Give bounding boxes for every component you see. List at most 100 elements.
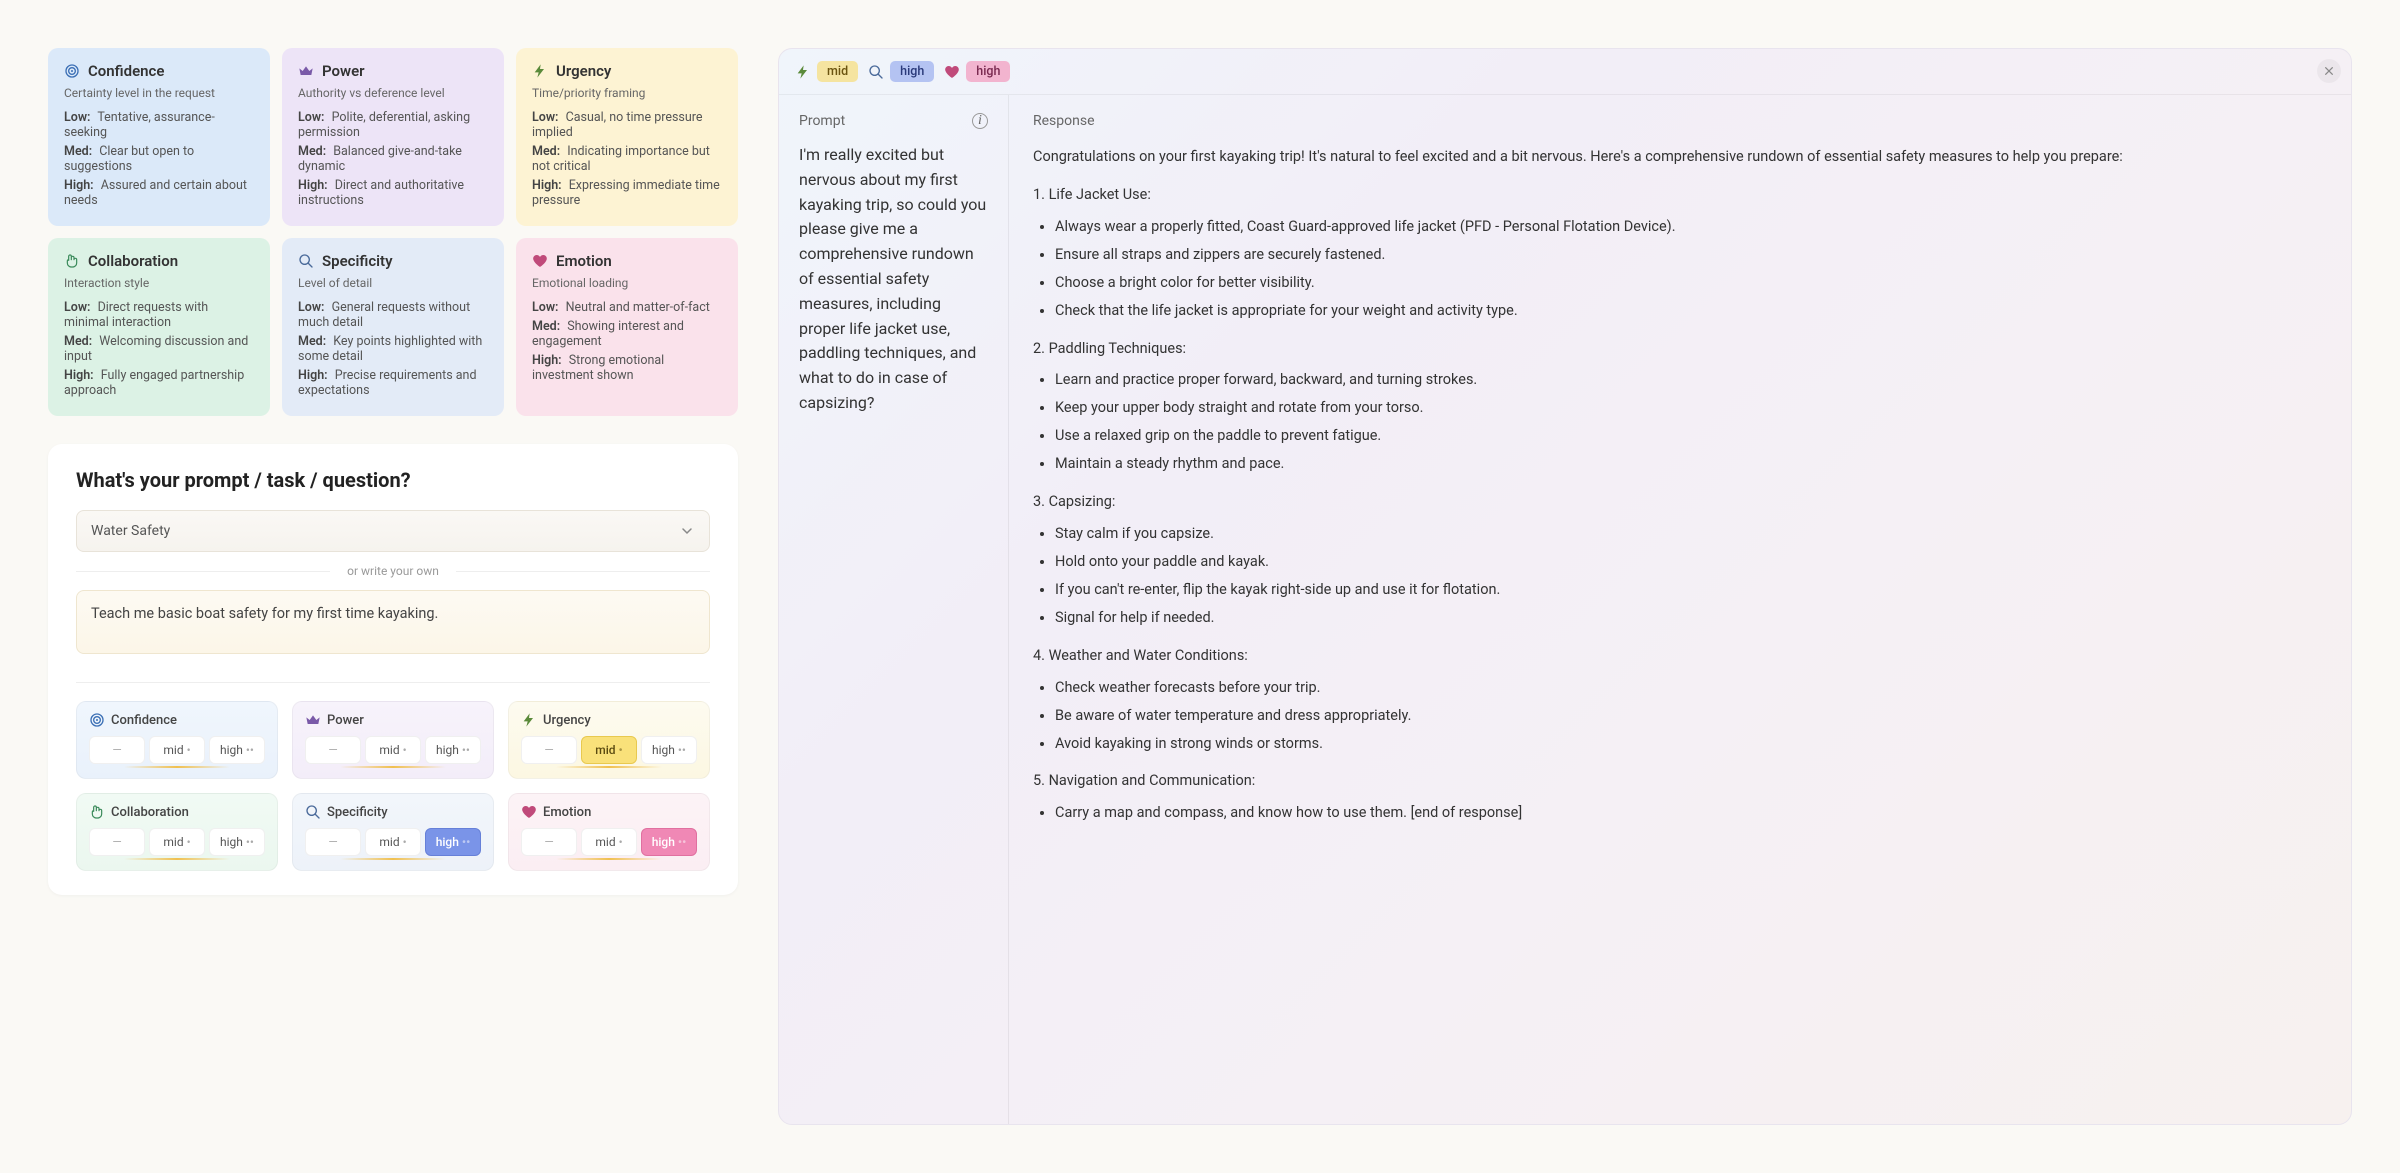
def-med: Med: Welcoming discussion and input [64,334,254,364]
def-low: Low: Polite, deferential, asking permiss… [298,110,488,140]
response-section-title: 2. Paddling Techniques: [1033,337,2327,361]
control-card-urgency: Urgency — mid • high •• [508,701,710,779]
response-item: Avoid kayaking in strong winds or storms… [1055,732,2327,756]
def-subtitle: Time/priority framing [532,86,722,100]
crown-icon [305,712,321,728]
target-icon [89,712,105,728]
response-item: Stay calm if you capsize. [1055,522,2327,546]
level-mid-button[interactable]: mid • [149,736,205,764]
heart-icon [532,253,548,269]
response-item: Choose a bright color for better visibil… [1055,271,2327,295]
response-list: Always wear a properly fitted, Coast Gua… [1055,215,2327,323]
response-item: If you can't re-enter, flip the kayak ri… [1055,578,2327,602]
def-title: Collaboration [88,252,178,270]
response-list: Learn and practice proper forward, backw… [1055,368,2327,476]
info-icon[interactable]: i [972,113,988,129]
def-med: Med: Showing interest and engagement [532,319,722,349]
def-med: Med: Balanced give-and-take dynamic [298,144,488,174]
response-list: Carry a map and compass, and know how to… [1055,801,2327,825]
def-subtitle: Level of detail [298,276,488,290]
ctrl-title: Power [327,713,364,728]
def-high: High: Precise requirements and expectati… [298,368,488,398]
def-med: Med: Key points highlighted with some de… [298,334,488,364]
control-card-specificity: Specificity — mid • high •• [292,793,494,871]
response-item: Hold onto your paddle and kayak. [1055,550,2327,574]
heart-icon [944,64,960,80]
control-card-collaboration: Collaboration — mid • high •• [76,793,278,871]
divider [76,682,710,683]
level-mid-button[interactable]: mid • [581,736,637,764]
response-content: Congratulations on your first kayaking t… [1033,145,2327,825]
ctrl-title: Emotion [543,805,591,820]
search-icon [298,253,314,269]
def-title: Power [322,62,365,80]
result-badge: high [868,61,934,82]
heart-icon [521,804,537,820]
def-low: Low: Neutral and matter-of-fact [532,300,722,315]
level-high-button[interactable]: high •• [641,736,697,764]
response-item: Check that the life jacket is appropriat… [1055,299,2327,323]
level-mid-button[interactable]: mid • [365,828,421,856]
response-intro: Congratulations on your first kayaking t… [1033,145,2327,169]
response-section-title: 4. Weather and Water Conditions: [1033,644,2327,668]
response-column: Response Congratulations on your first k… [1009,95,2351,1124]
level-high-button[interactable]: high •• [425,736,481,764]
close-button[interactable] [2317,59,2341,83]
level-mid-button[interactable]: mid • [365,736,421,764]
level-none-button[interactable]: — [305,736,361,764]
result-panel: midhighhigh Prompt i I'm really excited … [778,48,2352,1125]
result-badges: midhighhigh [779,49,2351,95]
response-item: Always wear a properly fitted, Coast Gua… [1055,215,2327,239]
controls-grid: Confidence — mid • high •• Power — mid •… [76,701,710,871]
response-list: Stay calm if you capsize. Hold onto your … [1055,522,2327,630]
def-subtitle: Interaction style [64,276,254,290]
def-high: High: Expressing immediate time pressure [532,178,722,208]
bolt-icon [795,64,811,80]
crown-icon [298,63,314,79]
def-high: High: Assured and certain about needs [64,178,254,208]
level-high-button[interactable]: high •• [641,828,697,856]
def-high: High: Fully engaged partnership approach [64,368,254,398]
response-item: Ensure all straps and zippers are secure… [1055,243,2327,267]
topic-select[interactable]: Water Safety [76,510,710,552]
level-none-button[interactable]: — [521,828,577,856]
def-title: Confidence [88,62,164,80]
prompt-full-text: I'm really excited but nervous about my … [799,143,988,416]
level-none-button[interactable]: — [89,736,145,764]
def-med: Med: Indicating importance but not criti… [532,144,722,174]
response-list: Check weather forecasts before your trip… [1055,676,2327,756]
level-high-button[interactable]: high •• [209,736,265,764]
result-badge: mid [795,61,858,82]
level-high-button[interactable]: high •• [425,828,481,856]
level-none-button[interactable]: — [521,736,577,764]
response-item: Carry a map and compass, and know how to… [1055,801,2327,825]
response-item: Check weather forecasts before your trip… [1055,676,2327,700]
response-item: Be aware of water temperature and dress … [1055,704,2327,728]
bolt-icon [521,712,537,728]
def-subtitle: Certainty level in the request [64,86,254,100]
response-item: Use a relaxed grip on the paddle to prev… [1055,424,2327,448]
level-none-button[interactable]: — [89,828,145,856]
def-high: High: Direct and authoritative instructi… [298,178,488,208]
response-section-title: 5. Navigation and Communication: [1033,769,2327,793]
level-mid-button[interactable]: mid • [149,828,205,856]
level-none-button[interactable]: — [305,828,361,856]
response-item: Keep your upper body straight and rotate… [1055,396,2327,420]
search-icon [305,804,321,820]
chevron-down-icon [679,523,695,539]
response-section-title: 1. Life Jacket Use: [1033,183,2327,207]
definition-card-confidence: Confidence Certainty level in the reques… [48,48,270,226]
bolt-icon [532,63,548,79]
definition-card-specificity: Specificity Level of detail Low: General… [282,238,504,416]
or-divider: or write your own [76,564,710,578]
ctrl-title: Collaboration [111,805,189,820]
badge-value: mid [817,61,858,82]
def-high: High: Strong emotional investment shown [532,353,722,383]
def-low: Low: General requests without much detai… [298,300,488,330]
def-title: Emotion [556,252,612,270]
search-icon [868,64,884,80]
level-mid-button[interactable]: mid • [581,828,637,856]
prompt-textarea[interactable] [76,590,710,654]
ctrl-title: Urgency [543,713,591,728]
level-high-button[interactable]: high •• [209,828,265,856]
